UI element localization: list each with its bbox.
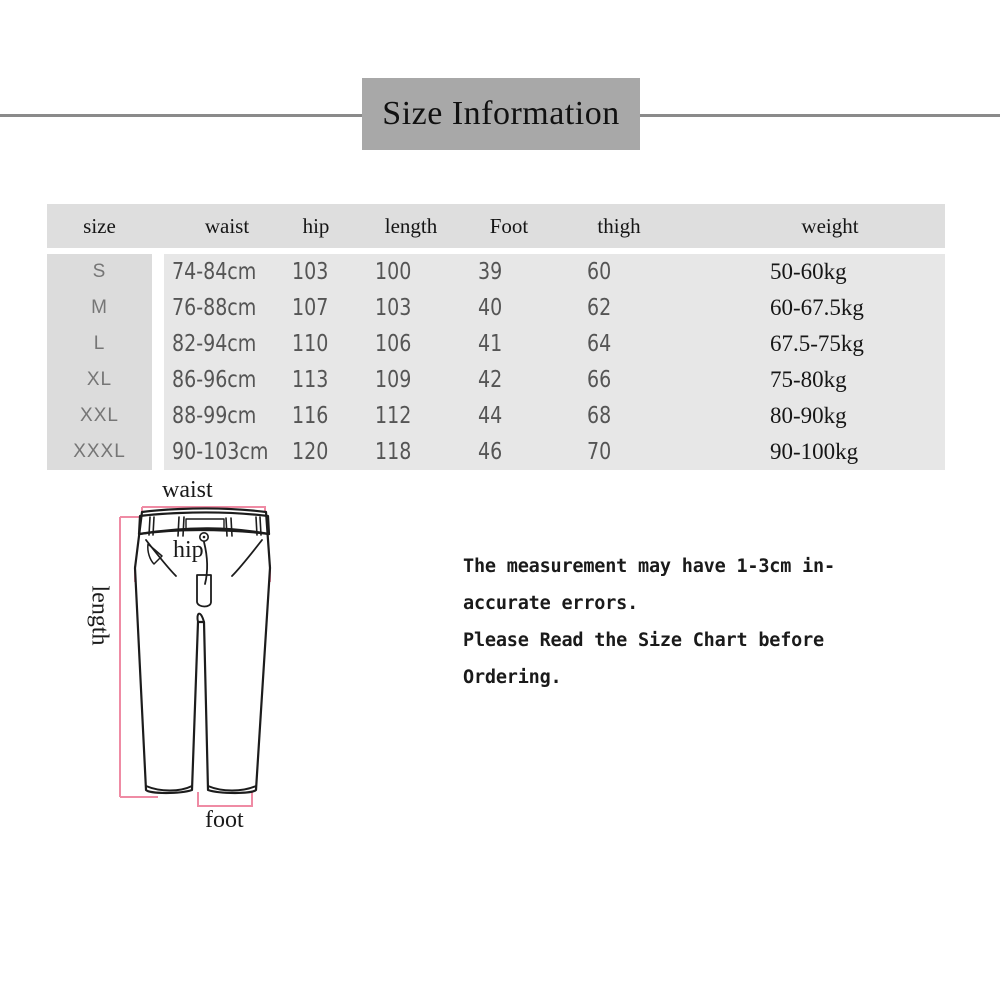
table-row: L 82-94cm 110 106 41 64 67.5-75kg bbox=[0, 326, 1000, 362]
column-header-thigh: thigh bbox=[597, 214, 641, 238]
pants-measurement-diagram: waist hip length foot bbox=[80, 472, 410, 842]
cell-weight: 75-80kg bbox=[770, 367, 847, 392]
cell-thigh: 64 bbox=[587, 331, 612, 357]
cell-weight: 90-100kg bbox=[770, 439, 859, 464]
measurement-note: The measurement may have 1-3cm in- accur… bbox=[463, 548, 883, 696]
diagram-label-length: length bbox=[86, 585, 113, 646]
cell-size: XXL bbox=[80, 405, 119, 426]
cell-thigh: 68 bbox=[587, 403, 612, 429]
cell-hip: 120 bbox=[292, 439, 329, 465]
cell-foot: 40 bbox=[478, 295, 503, 321]
cell-hip: 103 bbox=[292, 259, 329, 285]
table-header-row: size waist hip length Foot thigh weight bbox=[0, 204, 1000, 248]
diagram-label-foot: foot bbox=[205, 807, 244, 833]
cell-waist: 90-103cm bbox=[172, 439, 269, 465]
cell-foot: 44 bbox=[478, 403, 503, 429]
cell-waist: 76-88cm bbox=[172, 295, 257, 321]
pants-illustration-svg bbox=[119, 506, 272, 807]
cell-hip: 116 bbox=[292, 403, 329, 429]
table-row: XL 86-96cm 113 109 42 66 75-80kg bbox=[0, 362, 1000, 398]
note-line: Ordering. bbox=[463, 667, 562, 688]
cell-size: XXXL bbox=[73, 441, 126, 462]
note-line: Please Read the Size Chart before bbox=[463, 630, 824, 651]
cell-length: 106 bbox=[375, 331, 412, 357]
column-header-waist: waist bbox=[204, 214, 250, 238]
table-row: M 76-88cm 107 103 40 62 60-67.5kg bbox=[0, 290, 1000, 326]
page-title: Size Information bbox=[382, 95, 620, 132]
column-header-size: size bbox=[83, 214, 116, 238]
cell-foot: 41 bbox=[478, 331, 503, 357]
cell-size: XL bbox=[86, 369, 113, 390]
cell-waist: 88-99cm bbox=[172, 403, 257, 429]
cell-size: M bbox=[91, 297, 108, 318]
cell-thigh: 70 bbox=[587, 439, 612, 465]
cell-waist: 86-96cm bbox=[172, 367, 257, 393]
note-line: The measurement may have 1-3cm in- bbox=[463, 556, 835, 577]
cell-length: 118 bbox=[375, 439, 412, 465]
title-rule-right bbox=[640, 114, 1000, 117]
cell-waist: 74-84cm bbox=[172, 259, 257, 285]
cell-thigh: 66 bbox=[587, 367, 612, 393]
cell-hip: 110 bbox=[292, 331, 329, 357]
column-header-foot: Foot bbox=[489, 214, 529, 238]
cell-length: 112 bbox=[375, 403, 412, 429]
cell-waist: 82-94cm bbox=[172, 331, 257, 357]
column-header-weight: weight bbox=[801, 214, 859, 238]
column-header-length: length bbox=[384, 214, 438, 238]
cell-weight: 50-60kg bbox=[770, 259, 847, 284]
cell-size: S bbox=[92, 261, 107, 282]
cell-hip: 113 bbox=[292, 367, 329, 393]
cell-foot: 46 bbox=[478, 439, 503, 465]
cell-weight: 67.5-75kg bbox=[770, 331, 864, 356]
cell-length: 109 bbox=[375, 367, 412, 393]
title-rule-left bbox=[0, 114, 372, 117]
cell-foot: 39 bbox=[478, 259, 503, 285]
note-line: accurate errors. bbox=[463, 593, 639, 614]
foot-guide-bracket bbox=[197, 792, 253, 807]
diagram-label-waist: waist bbox=[162, 477, 213, 503]
cell-thigh: 60 bbox=[587, 259, 612, 285]
cell-length: 103 bbox=[375, 295, 412, 321]
cell-length: 100 bbox=[375, 259, 412, 285]
cell-weight: 60-67.5kg bbox=[770, 295, 864, 320]
cell-weight: 80-90kg bbox=[770, 403, 847, 428]
cell-foot: 42 bbox=[478, 367, 503, 393]
cell-size: L bbox=[93, 333, 106, 354]
diagram-label-hip: hip bbox=[173, 537, 204, 563]
table-row: XXXL 90-103cm 120 118 46 70 90-100kg bbox=[0, 434, 1000, 470]
cell-hip: 107 bbox=[292, 295, 329, 321]
column-header-hip: hip bbox=[302, 214, 330, 238]
cell-thigh: 62 bbox=[587, 295, 612, 321]
table-row: S 74-84cm 103 100 39 60 50-60kg bbox=[0, 254, 1000, 290]
table-row: XXL 88-99cm 116 112 44 68 80-90kg bbox=[0, 398, 1000, 434]
